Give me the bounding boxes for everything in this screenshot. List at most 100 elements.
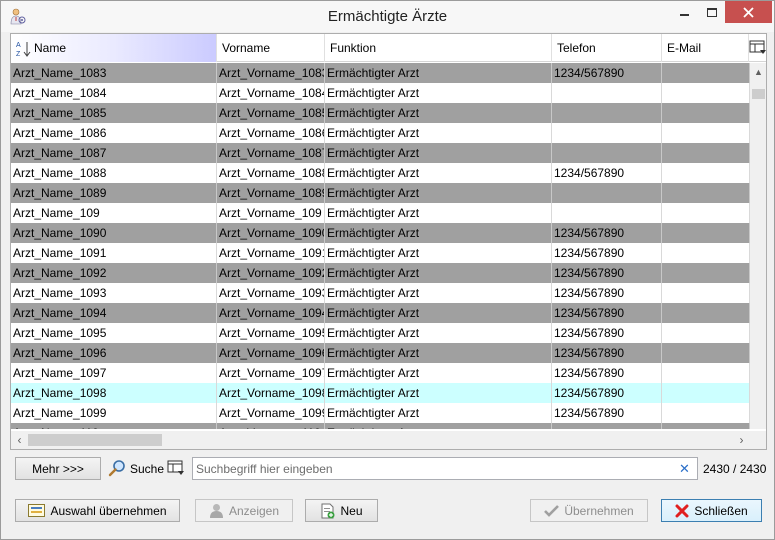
sort-az-icon: A Z (16, 41, 31, 58)
horizontal-scroll-thumb[interactable] (28, 434, 162, 446)
table-row[interactable]: Arzt_Name_110Arzt_Vorname_110Ermächtigte… (11, 423, 750, 429)
table-row[interactable]: Arzt_Name_1087 Arzt_Vorname_1087 Ermächtig… (11, 143, 750, 163)
cell-email (662, 183, 750, 203)
cell-funktion: Ermächtigter Arzt (325, 283, 552, 303)
cell-email (662, 103, 750, 123)
uebernehmen-button[interactable]: Übernehmen (530, 499, 648, 522)
table-row[interactable]: Arzt_Name_1097 Arzt_Vorname_1097 Ermächtig… (11, 363, 750, 383)
table-row[interactable]: Arzt_Name_1095 Arzt_Vorname_1095 Ermächtig… (11, 323, 750, 343)
search-label: Suche (130, 462, 165, 476)
filter-icon[interactable] (167, 460, 185, 477)
scroll-up-icon[interactable]: ▲ (750, 63, 766, 80)
cell-name: Arzt_Name_1093 (11, 283, 217, 303)
column-header-email-label: E-Mail (667, 41, 702, 55)
vertical-scrollbar[interactable]: ▲ (750, 63, 766, 429)
table-row[interactable]: Arzt_Name_109 Arzt_Vorname_109 Ermächtigte… (11, 203, 750, 223)
cell-name: Arzt_Name_1094 (11, 303, 217, 323)
cell-funktion: Ermächtigter Arzt (325, 203, 552, 223)
cell-funktion: Ermächtigter Arzt (325, 263, 552, 283)
table-row[interactable]: Arzt_Name_1098 Arzt_Vorname_1098 Ermächtig… (11, 383, 750, 403)
column-header-vorname[interactable]: Vorname (217, 34, 325, 62)
cell-name: Arzt_Name_1095 (11, 323, 217, 343)
auswahl-uebernehmen-button[interactable]: Auswahl übernehmen (15, 499, 180, 522)
cell-telefon (552, 143, 662, 163)
table-row[interactable]: Arzt_Name_1090 Arzt_Vorname_1090 Ermächtig… (11, 223, 750, 243)
cell-telefon: 1234/567890 (552, 343, 662, 363)
grid-header: A Z Name Vorname Funktion Telefon E-Mail (11, 34, 767, 62)
cell-telefon: 1234/567890 (552, 403, 662, 423)
table-row[interactable]: Arzt_Name_1099 Arzt_Vorname_1099 Ermächtig… (11, 403, 750, 423)
cell-name: Arzt_Name_109 (11, 203, 217, 223)
column-header-name-label: Name (34, 41, 67, 55)
cell-funktion: Ermächtigter Arzt (325, 223, 552, 243)
cell-name: Arzt_Name_110 (11, 423, 217, 429)
window: Ermächtigte Ärzte A Z Name Vorname Funkt… (0, 0, 775, 540)
cell-email (662, 283, 750, 303)
column-header-email[interactable]: E-Mail (662, 34, 749, 62)
table-row[interactable]: Arzt_Name_1088 Arzt_Vorname_1088 Ermächtig… (11, 163, 750, 183)
cell-email (662, 63, 750, 83)
cell-vorname: Arzt_Vorname_1085 (217, 103, 325, 123)
table-row[interactable]: Arzt_Name_1094 Arzt_Vorname_1094 Ermächtig… (11, 303, 750, 323)
cell-telefon: 1234/567890 (552, 303, 662, 323)
table-row[interactable]: Arzt_Name_1084 Arzt_Vorname_1084 Ermächtig… (11, 83, 750, 103)
cell-name: Arzt_Name_1097 (11, 363, 217, 383)
table-row[interactable]: Arzt_Name_1096 Arzt_Vorname_1096 Ermächtig… (11, 343, 750, 363)
scroll-right-icon[interactable]: › (733, 431, 750, 449)
cell-name: Arzt_Name_1085 (11, 103, 217, 123)
horizontal-scrollbar[interactable]: ‹ › (11, 431, 750, 449)
cell-telefon (552, 423, 662, 429)
table-row[interactable]: Arzt_Name_1085 Arzt_Vorname_1085 Ermächtig… (11, 103, 750, 123)
form-icon (28, 504, 46, 517)
cell-vorname: Arzt_Vorname_1093 (217, 283, 325, 303)
cell-email (662, 343, 750, 363)
cell-email (662, 363, 750, 383)
svg-text:A: A (16, 42, 21, 49)
minimize-button[interactable] (670, 1, 698, 23)
cell-email (662, 203, 750, 223)
cell-telefon (552, 103, 662, 123)
scroll-left-icon[interactable]: ‹ (11, 431, 28, 449)
title-bar[interactable]: Ermächtigte Ärzte (1, 1, 774, 32)
table-row[interactable]: Arzt_Name_1083 Arzt_Vorname_1083 Ermächtig… (11, 63, 750, 83)
neu-button[interactable]: Neu (305, 499, 378, 522)
close-button[interactable] (725, 1, 772, 23)
cell-vorname: Arzt_Vorname_1083 (217, 63, 325, 83)
cell-vorname: Arzt_Vorname_1092 (217, 263, 325, 283)
column-chooser-icon[interactable] (749, 40, 767, 56)
cell-email (662, 223, 750, 243)
table-row[interactable]: Arzt_Name_1089 Arzt_Vorname_1089 Ermächtig… (11, 183, 750, 203)
anzeigen-button[interactable]: Anzeigen (195, 499, 293, 522)
maximize-button[interactable] (698, 1, 725, 23)
cell-funktion: Ermächtigter Arzt (325, 183, 552, 203)
window-title: Ermächtigte Ärzte (327, 8, 448, 25)
column-header-funktion-label: Funktion (330, 41, 377, 55)
schliessen-button[interactable]: Schließen (661, 499, 762, 522)
table-row[interactable]: Arzt_Name_1092 Arzt_Vorname_1092 Ermächtig… (11, 263, 750, 283)
column-header-vorname-label: Vorname (222, 41, 271, 55)
doctors-grid[interactable]: A Z Name Vorname Funktion Telefon E-Mail… (10, 33, 767, 450)
column-header-name[interactable]: A Z Name (11, 34, 217, 62)
svg-text:Z: Z (16, 51, 21, 58)
column-header-funktion[interactable]: Funktion (325, 34, 552, 62)
cell-name: Arzt_Name_1089 (11, 183, 217, 203)
cell-funktion: Ermächtigter Arzt (325, 123, 552, 143)
cell-email (662, 143, 750, 163)
cell-vorname: Arzt_Vorname_1096 (217, 343, 325, 363)
vertical-scroll-thumb[interactable] (752, 89, 765, 99)
cell-name: Arzt_Name_1091 (11, 243, 217, 263)
close-icon (743, 6, 754, 18)
cell-name: Arzt_Name_1088 (11, 163, 217, 183)
cell-funktion: Ermächtigter Arzt (325, 143, 552, 163)
more-button[interactable]: Mehr >>> (15, 457, 101, 480)
table-row[interactable]: Arzt_Name_1093 Arzt_Vorname_1093 Ermächtig… (11, 283, 750, 303)
search-input[interactable] (192, 457, 698, 480)
clear-x-icon[interactable]: ✕ (679, 461, 690, 477)
table-row[interactable]: Arzt_Name_1086 Arzt_Vorname_1086 Ermächtig… (11, 123, 750, 143)
column-header-telefon[interactable]: Telefon (552, 34, 662, 62)
cell-telefon: 1234/567890 (552, 283, 662, 303)
cell-funktion: Ermächtigter Arzt (325, 403, 552, 423)
cell-vorname: Arzt_Vorname_1091 (217, 243, 325, 263)
red-x-icon (675, 504, 689, 518)
table-row[interactable]: Arzt_Name_1091 Arzt_Vorname_1091 Ermächtig… (11, 243, 750, 263)
